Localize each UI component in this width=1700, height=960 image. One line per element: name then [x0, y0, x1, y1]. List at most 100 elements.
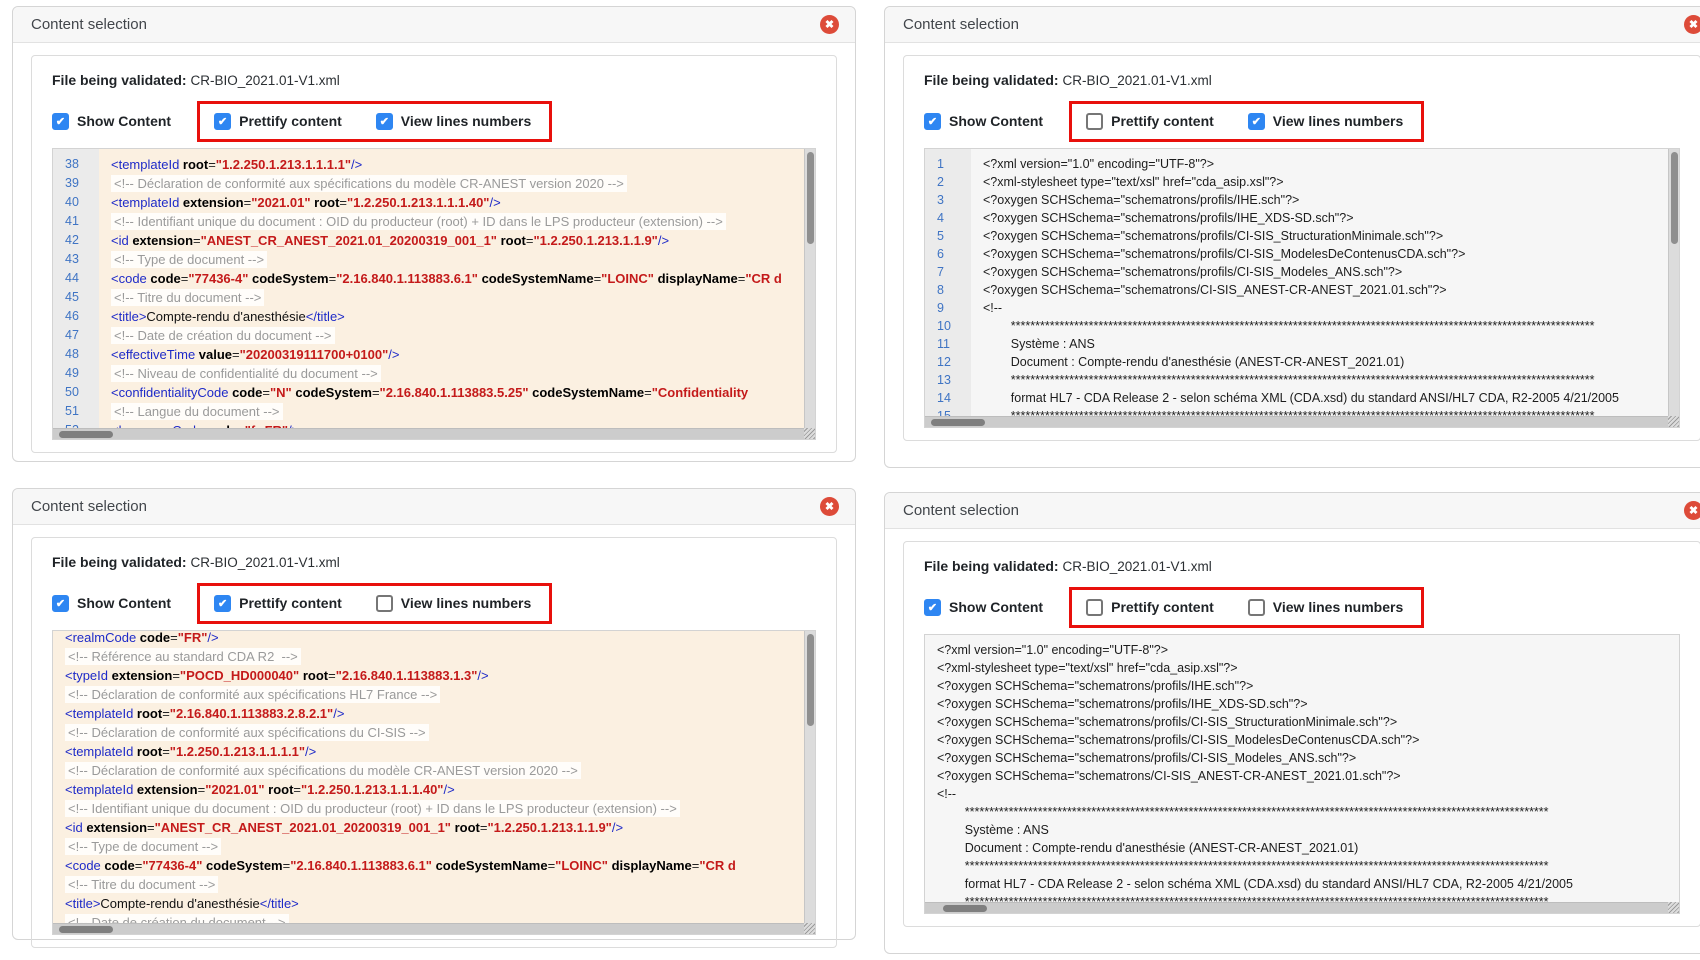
- checkbox-label: Show Content: [77, 113, 171, 129]
- scrollbar-thumb[interactable]: [59, 926, 113, 933]
- view-lines-numbers-checkbox[interactable]: ✔ View lines numbers: [1248, 113, 1403, 130]
- validation-box: File being validated: CR-BIO_2021.01-V1.…: [31, 55, 837, 453]
- xml-code-view[interactable]: 38394041424344454647484950515253 <templa…: [52, 148, 816, 440]
- validation-box: File being validated: CR-BIO_2021.01-V1.…: [903, 541, 1700, 927]
- panel-title: Content selection: [903, 502, 1019, 519]
- scrollbar-thumb[interactable]: [931, 419, 985, 426]
- checkbox-row: ✔ Show Content Prettify content ✔ View l…: [924, 98, 1680, 144]
- prettify-content-checkbox[interactable]: Prettify content: [1086, 599, 1214, 616]
- scrollbar-thumb[interactable]: [1671, 152, 1678, 244]
- file-name: CR-BIO_2021.01-V1.xml: [1062, 559, 1211, 574]
- file-name: CR-BIO_2021.01-V1.xml: [190, 73, 339, 88]
- scrollbar-thumb[interactable]: [943, 905, 987, 912]
- checkbox-box: [1086, 113, 1103, 130]
- panel-body: File being validated: CR-BIO_2021.01-V1.…: [13, 43, 855, 467]
- view-lines-numbers-checkbox[interactable]: View lines numbers: [1248, 599, 1403, 616]
- file-label: File being validated:: [924, 558, 1059, 574]
- highlight-rectangle: ✔ Prettify content View lines numbers: [197, 583, 552, 624]
- prettify-content-checkbox[interactable]: ✔ Prettify content: [214, 113, 342, 130]
- code-lines: <realmCode code="FR"/><!-- Référence au …: [53, 630, 815, 934]
- line-number-gutter: 12345678910111213141516: [925, 149, 971, 427]
- highlight-rectangle: Prettify content ✔ View lines numbers: [1069, 101, 1424, 142]
- checkbox-label: View lines numbers: [401, 595, 531, 611]
- view-lines-numbers-checkbox[interactable]: View lines numbers: [376, 595, 531, 612]
- validation-box: File being validated: CR-BIO_2021.01-V1.…: [31, 537, 837, 948]
- checkbox-label: Show Content: [949, 599, 1043, 615]
- view-lines-numbers-checkbox[interactable]: ✔ View lines numbers: [376, 113, 531, 130]
- file-name: CR-BIO_2021.01-V1.xml: [190, 555, 339, 570]
- xml-code-view[interactable]: <realmCode code="FR"/><!-- Référence au …: [52, 630, 816, 935]
- checkbox-label: View lines numbers: [1273, 599, 1403, 615]
- checkbox-row: ✔ Show Content ✔ Prettify content ✔ View…: [52, 98, 816, 144]
- code-lines: <?xml version="1.0" encoding="UTF-8"?><?…: [925, 635, 1679, 913]
- code-lines: <templateId root="1.2.250.1.213.1.1.1.1"…: [99, 149, 815, 439]
- checkbox-label: View lines numbers: [401, 113, 531, 129]
- horizontal-scrollbar[interactable]: [925, 416, 1679, 427]
- resize-handle-icon[interactable]: [1668, 902, 1679, 913]
- resize-handle-icon[interactable]: [804, 923, 815, 934]
- panel-title: Content selection: [31, 16, 147, 33]
- horizontal-scrollbar[interactable]: [53, 923, 815, 934]
- checkbox-box: ✔: [924, 113, 941, 130]
- validation-box: File being validated: CR-BIO_2021.01-V1.…: [903, 55, 1700, 441]
- file-being-validated: File being validated: CR-BIO_2021.01-V1.…: [52, 72, 816, 88]
- close-icon[interactable]: ✖: [1684, 15, 1700, 34]
- panel-header: Content selection ✖: [885, 7, 1700, 43]
- checkbox-box: ✔: [214, 595, 231, 612]
- panel-body: File being validated: CR-BIO_2021.01-V1.…: [885, 43, 1700, 455]
- checkbox-row: ✔ Show Content Prettify content View lin…: [924, 584, 1680, 630]
- show-content-checkbox[interactable]: ✔ Show Content: [924, 113, 1043, 130]
- checkbox-box: ✔: [214, 113, 231, 130]
- checkbox-box: ✔: [924, 599, 941, 616]
- checkbox-label: Prettify content: [239, 595, 342, 611]
- panel-title: Content selection: [31, 498, 147, 515]
- scrollbar-thumb[interactable]: [807, 152, 814, 244]
- horizontal-scrollbar[interactable]: [925, 902, 1679, 913]
- prettify-content-checkbox[interactable]: Prettify content: [1086, 113, 1214, 130]
- panel-body: File being validated: CR-BIO_2021.01-V1.…: [885, 529, 1700, 941]
- checkbox-label: Prettify content: [1111, 113, 1214, 129]
- resize-handle-icon[interactable]: [804, 428, 815, 439]
- checkbox-label: Show Content: [949, 113, 1043, 129]
- show-content-checkbox[interactable]: ✔ Show Content: [52, 113, 171, 130]
- checkbox-box: ✔: [52, 113, 69, 130]
- close-icon[interactable]: ✖: [1684, 501, 1700, 520]
- close-icon[interactable]: ✖: [820, 15, 839, 34]
- show-content-checkbox[interactable]: ✔ Show Content: [924, 599, 1043, 616]
- line-number-gutter: 38394041424344454647484950515253: [53, 149, 99, 439]
- checkbox-box: ✔: [1248, 113, 1265, 130]
- show-content-checkbox[interactable]: ✔ Show Content: [52, 595, 171, 612]
- vertical-scrollbar[interactable]: [804, 631, 815, 923]
- scrollbar-thumb[interactable]: [807, 634, 814, 726]
- panel-body: File being validated: CR-BIO_2021.01-V1.…: [13, 525, 855, 960]
- checkbox-label: View lines numbers: [1273, 113, 1403, 129]
- checkbox-label: Prettify content: [239, 113, 342, 129]
- checkbox-label: Prettify content: [1111, 599, 1214, 615]
- prettify-content-checkbox[interactable]: ✔ Prettify content: [214, 595, 342, 612]
- content-selection-panel-top-right: Content selection ✖ File being validated…: [884, 6, 1700, 468]
- file-label: File being validated:: [52, 554, 187, 570]
- resize-handle-icon[interactable]: [1668, 416, 1679, 427]
- panel-header: Content selection ✖: [13, 7, 855, 43]
- file-being-validated: File being validated: CR-BIO_2021.01-V1.…: [924, 72, 1680, 88]
- xml-code-view[interactable]: <?xml version="1.0" encoding="UTF-8"?><?…: [924, 634, 1680, 914]
- file-label: File being validated:: [924, 72, 1059, 88]
- file-being-validated: File being validated: CR-BIO_2021.01-V1.…: [52, 554, 816, 570]
- file-label: File being validated:: [52, 72, 187, 88]
- vertical-scrollbar[interactable]: [1668, 149, 1679, 416]
- horizontal-scrollbar[interactable]: [53, 428, 815, 439]
- checkbox-box: ✔: [52, 595, 69, 612]
- highlight-rectangle: ✔ Prettify content ✔ View lines numbers: [197, 101, 552, 142]
- vertical-scrollbar[interactable]: [804, 149, 815, 428]
- checkbox-label: Show Content: [77, 595, 171, 611]
- xml-code-view[interactable]: 12345678910111213141516 <?xml version="1…: [924, 148, 1680, 428]
- screen: Content selection ✖ File being validated…: [0, 0, 1700, 960]
- close-icon[interactable]: ✖: [820, 497, 839, 516]
- scrollbar-thumb[interactable]: [59, 431, 113, 438]
- panel-header: Content selection ✖: [885, 493, 1700, 529]
- checkbox-box: [1086, 599, 1103, 616]
- checkbox-row: ✔ Show Content ✔ Prettify content View l…: [52, 580, 816, 626]
- file-name: CR-BIO_2021.01-V1.xml: [1062, 73, 1211, 88]
- checkbox-box: [376, 595, 393, 612]
- checkbox-box: [1248, 599, 1265, 616]
